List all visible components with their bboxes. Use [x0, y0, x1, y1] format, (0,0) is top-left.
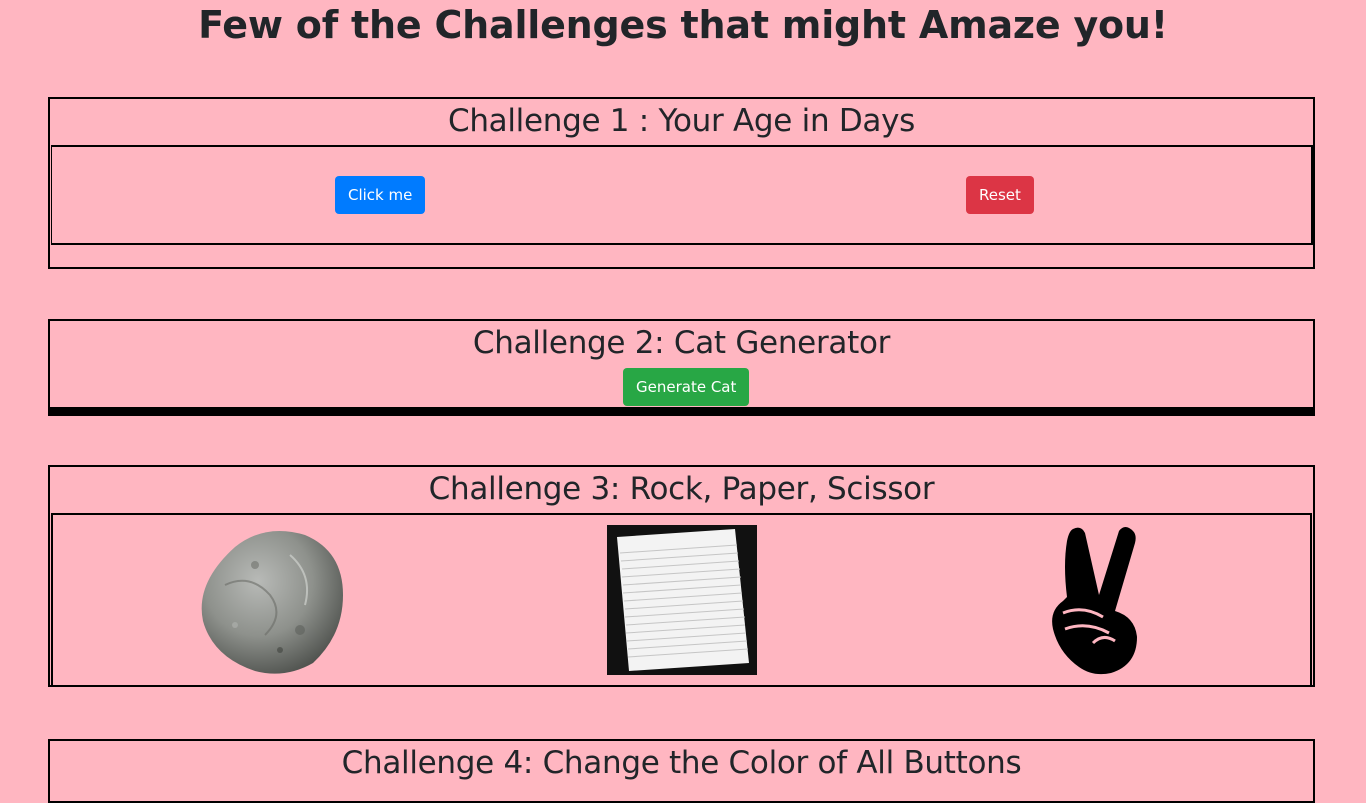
generate-cat-button[interactable]: Generate Cat — [623, 368, 750, 406]
rps-choices-box — [51, 513, 1312, 687]
challenge-1-container: Challenge 1 : Your Age in Days Click me … — [48, 97, 1315, 269]
challenge-3-container: Challenge 3: Rock, Paper, Scissor — [48, 465, 1315, 687]
click-me-button[interactable]: Click me — [335, 176, 426, 214]
challenge-2-container: Challenge 2: Cat Generator Generate Cat — [48, 319, 1315, 416]
rock-icon[interactable] — [195, 525, 345, 675]
age-result-box — [50, 245, 1313, 265]
challenge-3-heading: Challenge 3: Rock, Paper, Scissor — [428, 471, 935, 507]
scissors-icon[interactable] — [1023, 525, 1173, 675]
challenge-1-button-box: Click me Reset — [51, 145, 1313, 245]
challenge-4-heading: Challenge 4: Change the Color of All But… — [341, 745, 1022, 781]
paper-icon[interactable] — [607, 525, 757, 675]
challenge-2-heading: Challenge 2: Cat Generator — [472, 325, 891, 361]
challenge-4-container: Challenge 4: Change the Color of All But… — [48, 739, 1315, 803]
reset-button[interactable]: Reset — [966, 176, 1034, 214]
challenge-1-heading: Challenge 1 : Your Age in Days — [447, 103, 916, 139]
page-title: Few of the Challenges that might Amaze y… — [198, 3, 1168, 47]
